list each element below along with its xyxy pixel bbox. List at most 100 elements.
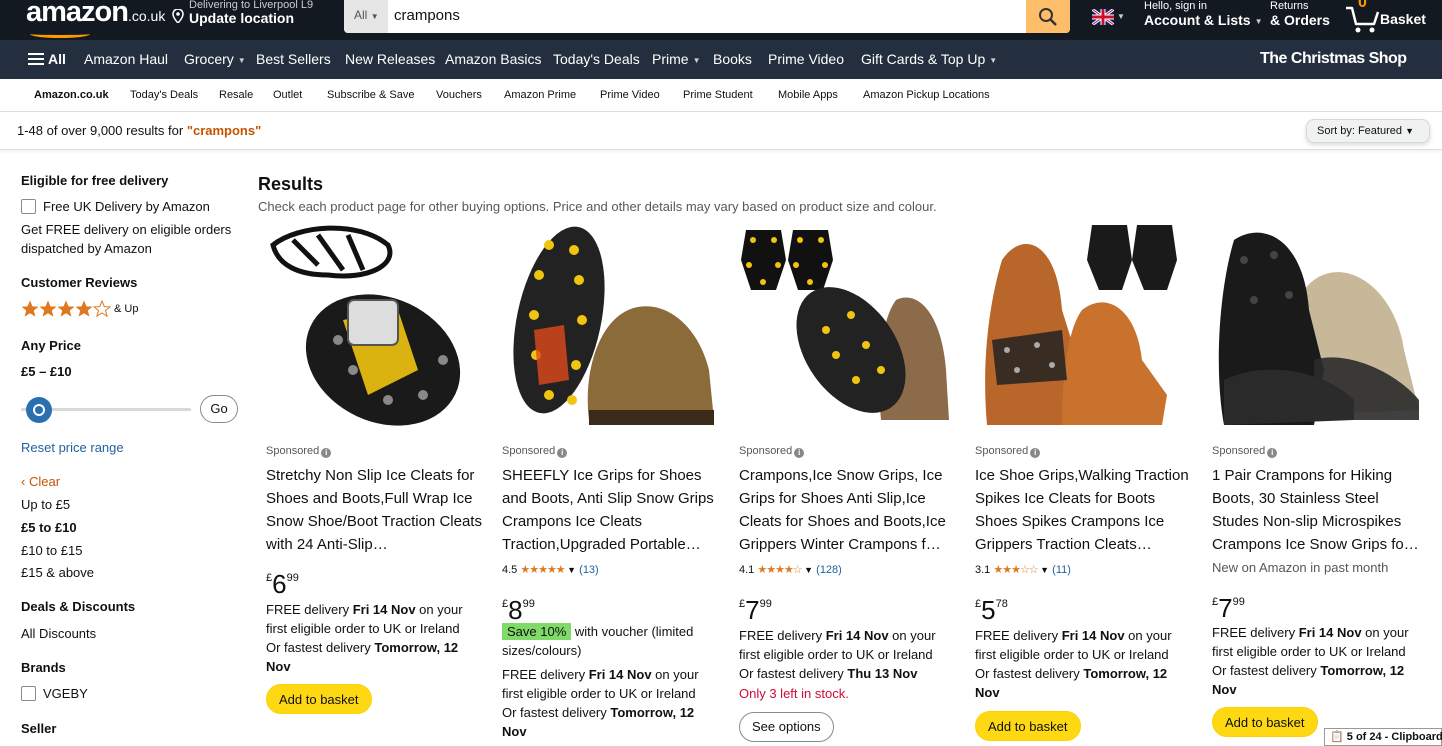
product-rating[interactable]: 4.1 ★★★★☆ ▼ (128) <box>739 563 842 576</box>
deals-option[interactable]: All Discounts <box>21 626 96 641</box>
account-lists[interactable]: Hello, sign in Account & Lists ▼ <box>1144 0 1263 30</box>
amazon-logo[interactable]: amazon.co.uk <box>26 0 165 29</box>
nav-item-gift-cards[interactable]: Gift Cards & Top Up ▼ <box>861 51 997 67</box>
brand-option[interactable]: VGEBY <box>43 686 88 701</box>
price-option[interactable]: £10 to £15 <box>21 543 82 558</box>
free-delivery-option[interactable]: Free UK Delivery by Amazon <box>43 199 210 214</box>
nav-item-amazon-haul[interactable]: Amazon Haul <box>84 51 168 67</box>
brand-checkbox[interactable] <box>21 686 36 701</box>
nav-item-label: Grocery <box>184 51 234 67</box>
results-count: 1-48 of over 9,000 results for "crampons… <box>17 123 261 138</box>
sponsored-label[interactable]: Sponsored i <box>266 445 332 458</box>
chevron-down-icon: ▼ <box>237 56 246 65</box>
search-input[interactable] <box>394 2 1014 28</box>
subnav-item[interactable]: Amazon Pickup Locations <box>863 89 990 101</box>
subnav-item[interactable]: Mobile Apps <box>778 89 838 101</box>
add-to-basket-button[interactable]: Add to basket <box>975 711 1081 741</box>
product-title[interactable]: Crampons,Ice Snow Grips, Ice Grips for S… <box>739 464 955 556</box>
star-rating-icon: ★★★★★ <box>520 564 565 576</box>
add-to-basket-button[interactable]: Add to basket <box>1212 707 1318 737</box>
product-image[interactable] <box>494 220 723 432</box>
price-option[interactable]: £15 & above <box>21 565 94 580</box>
product-price: £799 <box>1212 589 1245 621</box>
account-line2: Account & Lists ▼ <box>1144 12 1263 30</box>
sort-dropdown[interactable]: Sort by: Featured ▼ <box>1306 119 1430 143</box>
basket[interactable]: 0 Basket <box>1344 0 1434 40</box>
search-category-dropdown[interactable]: All ▼ <box>344 0 388 33</box>
search-button[interactable] <box>1026 0 1070 33</box>
clear-price-link[interactable]: ‹ Clear <box>21 474 60 489</box>
delivery-text: FREE delivery <box>266 602 353 617</box>
product-image[interactable] <box>1204 220 1433 432</box>
subnav-item[interactable]: Vouchers <box>436 89 482 101</box>
nav-item-books[interactable]: Books <box>713 51 752 67</box>
search-category-label: All <box>354 8 368 22</box>
returns-orders[interactable]: Returns & Orders <box>1270 0 1330 28</box>
nav-item-grocery[interactable]: Grocery ▼ <box>184 51 246 67</box>
fast-delivery-text: Or fastest delivery <box>975 666 1084 681</box>
voucher-info[interactable]: Save 10% with voucher (limited sizes/col… <box>502 622 718 660</box>
delivery-text: FREE delivery <box>1212 625 1299 640</box>
product-image[interactable] <box>258 220 487 432</box>
location-line2: Update location <box>189 10 295 26</box>
sponsored-label[interactable]: Sponsored i <box>502 445 568 458</box>
subnav-item[interactable]: Resale <box>219 89 253 101</box>
product-card: Sponsored i Stretchy Non Slip Ice Cleats … <box>258 220 487 746</box>
nav-all-menu[interactable]: All <box>28 51 66 67</box>
free-delivery-checkbox[interactable] <box>21 199 36 214</box>
chevron-down-icon: ▼ <box>989 56 998 65</box>
christmas-shop-link[interactable]: The Christmas Shop <box>1260 50 1407 68</box>
product-image[interactable] <box>731 220 960 432</box>
sponsored-label[interactable]: Sponsored i <box>975 445 1041 458</box>
price-option-selected[interactable]: £5 to £10 <box>21 520 77 535</box>
results-heading: Results <box>258 174 324 194</box>
see-options-button[interactable]: See options <box>739 712 834 742</box>
product-card: Sponsored i SHEEFLY Ice Grips for Shoes a… <box>494 220 723 746</box>
subnav-item[interactable]: Amazon Prime <box>504 89 576 101</box>
product-title[interactable]: SHEEFLY Ice Grips for Shoes and Boots, A… <box>502 464 718 556</box>
delivery-info: FREE delivery Fri 14 Nov on your first e… <box>266 600 482 676</box>
price-slider-handle[interactable] <box>23 396 55 424</box>
product-rating[interactable]: 3.1 ★★★☆☆ ▼ (11) <box>975 563 1071 576</box>
clipboard-badge[interactable]: 📋 5 of 24 - Clipboard <box>1324 728 1442 746</box>
subnav-item[interactable]: Subscribe & Save <box>327 89 414 101</box>
add-to-basket-button[interactable]: Add to basket <box>266 684 372 714</box>
results-subtext: Check each product page for other buying… <box>258 199 937 214</box>
product-title[interactable]: Ice Shoe Grips,Walking Traction Spikes I… <box>975 464 1191 556</box>
account-label: Account & Lists <box>1144 12 1251 28</box>
product-image-art <box>494 220 723 432</box>
subnav-item[interactable]: Prime Student <box>683 89 753 101</box>
delivery-date: Fri 14 Nov <box>1061 628 1125 643</box>
review-filter-4-up[interactable]: & Up <box>21 299 138 321</box>
subnav-item[interactable]: Amazon.co.uk <box>34 89 109 101</box>
delivery-info: FREE delivery Fri 14 Nov on your first e… <box>1212 623 1428 699</box>
uk-flag-icon[interactable] <box>1092 9 1114 25</box>
reset-price-link[interactable]: Reset price range <box>21 440 124 455</box>
sponsored-label[interactable]: Sponsored i <box>1212 445 1278 458</box>
product-title[interactable]: Stretchy Non Slip Ice Cleats for Shoes a… <box>266 464 482 556</box>
nav-item-todays-deals[interactable]: Today's Deals <box>553 51 640 67</box>
product-image[interactable] <box>967 220 1196 432</box>
info-icon: i <box>321 448 332 458</box>
product-rating[interactable]: 4.5 ★★★★★ ▼ (13) <box>502 563 599 576</box>
nav-item-prime[interactable]: Prime ▼ <box>652 51 700 67</box>
subnav-item[interactable]: Today's Deals <box>130 89 198 101</box>
stock-warning: Only 3 left in stock. <box>739 686 849 701</box>
results-count-text: 1-48 of over 9,000 results for <box>17 123 187 138</box>
nav-item-amazon-basics[interactable]: Amazon Basics <box>445 51 541 67</box>
subnav-item[interactable]: Outlet <box>273 89 302 101</box>
logo-text: amazon <box>26 0 129 28</box>
nav-item-prime-video[interactable]: Prime Video <box>768 51 844 67</box>
product-title[interactable]: 1 Pair Crampons for Hiking Boots, 30 Sta… <box>1212 464 1428 556</box>
product-price: £899 <box>502 591 535 623</box>
filter-heading: Seller <box>21 721 57 736</box>
filter-heading: Deals & Discounts <box>21 599 136 614</box>
price-go-button[interactable]: Go <box>200 395 238 423</box>
nav-item-new-releases[interactable]: New Releases <box>345 51 435 67</box>
nav-item-best-sellers[interactable]: Best Sellers <box>256 51 331 67</box>
fast-delivery-text: Or fastest delivery <box>1212 663 1321 678</box>
free-delivery-note: dispatched by Amazon <box>21 241 152 256</box>
sponsored-label[interactable]: Sponsored i <box>739 445 805 458</box>
price-option[interactable]: Up to £5 <box>21 497 70 512</box>
subnav-item[interactable]: Prime Video <box>600 89 660 101</box>
